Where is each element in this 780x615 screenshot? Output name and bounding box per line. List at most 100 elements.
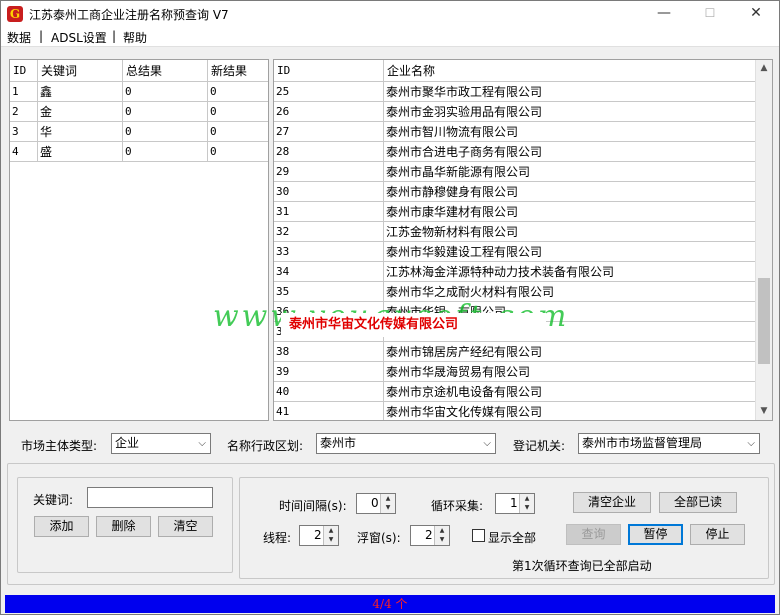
table-cell: 泰州市康华建材有限公司 [384, 202, 756, 222]
spin-up-icon[interactable]: ▲ [381, 494, 395, 503]
table-cell: 泰州市锦居房产经纪有限公司 [384, 342, 756, 362]
pause-button[interactable]: 暂停 [628, 524, 683, 545]
table-row[interactable]: 41 泰州市华宙文化传媒有限公司 [274, 402, 756, 420]
popup-duration-spinner[interactable]: 2 ▲ ▼ [410, 525, 450, 546]
table-cell: 0 [208, 122, 268, 142]
spin-up-icon[interactable]: ▲ [435, 526, 449, 535]
table-row[interactable]: 31 泰州市康华建材有限公司 [274, 202, 756, 222]
table-cell: 0 [123, 122, 208, 142]
chevron-down-icon: ⌵ [198, 438, 206, 449]
spin-down-icon[interactable]: ▼ [324, 535, 338, 544]
close-button[interactable]: ✕ [733, 1, 779, 27]
column-header-keyword[interactable]: 关键词 [38, 60, 123, 82]
region-label: 名称行政区划: [227, 439, 304, 453]
clear-companies-button[interactable]: 清空企业 [573, 492, 651, 513]
table-row[interactable]: 1鑫00 [10, 82, 268, 102]
maximize-button[interactable]: ☐ [687, 1, 733, 27]
table-cell: 27 [274, 122, 384, 142]
table-cell: 泰州市静穆健身有限公司 [384, 182, 756, 202]
column-header-id[interactable]: ID [274, 60, 384, 82]
spin-down-icon[interactable]: ▼ [520, 503, 534, 512]
mark-all-read-button[interactable]: 全部已读 [659, 492, 737, 513]
table-row[interactable]: 38 泰州市锦居房产经纪有限公司 [274, 342, 756, 362]
table-cell: 泰州市华晟海贸易有限公司 [384, 362, 756, 382]
loop-spinner[interactable]: 1 ▲ ▼ [495, 493, 535, 514]
clear-button[interactable]: 清空 [158, 516, 213, 537]
spin-down-icon[interactable]: ▼ [381, 503, 395, 512]
chevron-down-icon: ⌵ [483, 438, 491, 449]
show-all-label[interactable]: 显示全部 [488, 529, 536, 546]
table-row[interactable]: 34 江苏林海金洋源特种动力技术装备有限公司 [274, 262, 756, 282]
table-cell: 26 [274, 102, 384, 122]
chevron-down-icon: ⌵ [747, 438, 755, 449]
table-cell: 0 [208, 82, 268, 102]
keywords-table[interactable]: ID 关键词 总结果 新结果 1鑫002金003华004盛00 [9, 59, 269, 421]
table-cell: 25 [274, 82, 384, 102]
table-row[interactable]: 30 泰州市静穆健身有限公司 [274, 182, 756, 202]
table-cell: 32 [274, 222, 384, 242]
results-table[interactable]: ID 企业名称 25 泰州市聚华市政工程有限公司 26 泰州市金羽实验用品有限公司 27… [273, 59, 773, 421]
table-row[interactable]: 29 泰州市晶华新能源有限公司 [274, 162, 756, 182]
table-cell: 0 [208, 102, 268, 122]
progress-bar: 4/4 个 [5, 595, 775, 613]
table-cell: 2 [10, 102, 38, 122]
add-button[interactable]: 添加 [34, 516, 89, 537]
minimize-button[interactable]: — [641, 1, 687, 27]
keyword-label: 关键词: [33, 493, 74, 507]
column-header-new[interactable]: 新结果 [208, 60, 268, 82]
table-row[interactable]: 3华00 [10, 122, 268, 142]
authority-select[interactable]: 泰州市市场监督管理局 ⌵ [578, 433, 760, 454]
table-cell: 金 [38, 102, 123, 122]
region-select[interactable]: 泰州市 ⌵ [316, 433, 496, 454]
table-row[interactable]: 25 泰州市聚华市政工程有限公司 [274, 82, 756, 102]
stop-button[interactable]: 停止 [690, 524, 745, 545]
keyword-input[interactable] [87, 487, 213, 508]
loop-value: 1 [510, 496, 518, 510]
interval-value: 0 [371, 496, 379, 510]
title-bar: G 江苏泰州工商企业注册名称预查询 V7 — ☐ ✕ [1, 1, 779, 27]
table-cell: 29 [274, 162, 384, 182]
spin-up-icon[interactable]: ▲ [520, 494, 534, 503]
region-value: 泰州市 [320, 436, 357, 450]
table-cell: 泰州市合进电子商务有限公司 [384, 142, 756, 162]
table-row[interactable]: 2金00 [10, 102, 268, 122]
query-button[interactable]: 查询 [566, 524, 621, 545]
table-cell: 泰州市聚华市政工程有限公司 [384, 82, 756, 102]
table-row[interactable]: 4盛00 [10, 142, 268, 162]
column-header-id[interactable]: ID [10, 60, 38, 82]
market-type-select[interactable]: 企业 ⌵ [111, 433, 211, 454]
show-all-checkbox[interactable] [472, 529, 485, 542]
table-cell: 泰州市华毅建设工程有限公司 [384, 242, 756, 262]
results-scrollbar[interactable]: ▲ ▼ [755, 60, 772, 420]
table-row[interactable]: 33 泰州市华毅建设工程有限公司 [274, 242, 756, 262]
delete-button[interactable]: 删除 [96, 516, 151, 537]
popup-notification: 泰州市华宙文化传媒有限公司 [281, 313, 546, 337]
table-row[interactable]: 27 泰州市智川物流有限公司 [274, 122, 756, 142]
menu-help[interactable]: 帮助 [123, 29, 147, 46]
column-header-total[interactable]: 总结果 [123, 60, 208, 82]
threads-spinner[interactable]: 2 ▲ ▼ [299, 525, 339, 546]
spin-up-icon[interactable]: ▲ [324, 526, 338, 535]
scroll-down-icon[interactable]: ▼ [756, 403, 772, 420]
table-cell: 30 [274, 182, 384, 202]
popup-duration-label: 浮窗(s): [357, 531, 401, 545]
table-cell: 泰州市金羽实验用品有限公司 [384, 102, 756, 122]
scrollbar-thumb[interactable] [758, 278, 770, 364]
menu-adsl-settings[interactable]: ADSL设置 [51, 29, 107, 46]
scroll-up-icon[interactable]: ▲ [756, 60, 772, 77]
spin-down-icon[interactable]: ▼ [435, 535, 449, 544]
threads-label: 线程: [263, 531, 292, 545]
table-cell: 3 [10, 122, 38, 142]
threads-value: 2 [314, 528, 322, 542]
column-header-company-name[interactable]: 企业名称 [384, 60, 756, 82]
table-row[interactable]: 40 泰州市京途机电设备有限公司 [274, 382, 756, 402]
interval-spinner[interactable]: 0 ▲ ▼ [356, 493, 396, 514]
menu-data[interactable]: 数据 [7, 29, 31, 46]
table-cell: 31 [274, 202, 384, 222]
table-row[interactable]: 26 泰州市金羽实验用品有限公司 [274, 102, 756, 122]
table-row[interactable]: 39 泰州市华晟海贸易有限公司 [274, 362, 756, 382]
status-text: 第1次循环查询已全部启动 [512, 559, 652, 573]
table-row[interactable]: 28 泰州市合进电子商务有限公司 [274, 142, 756, 162]
interval-label: 时间间隔(s): [279, 499, 347, 513]
table-row[interactable]: 32 江苏金物新材料有限公司 [274, 222, 756, 242]
